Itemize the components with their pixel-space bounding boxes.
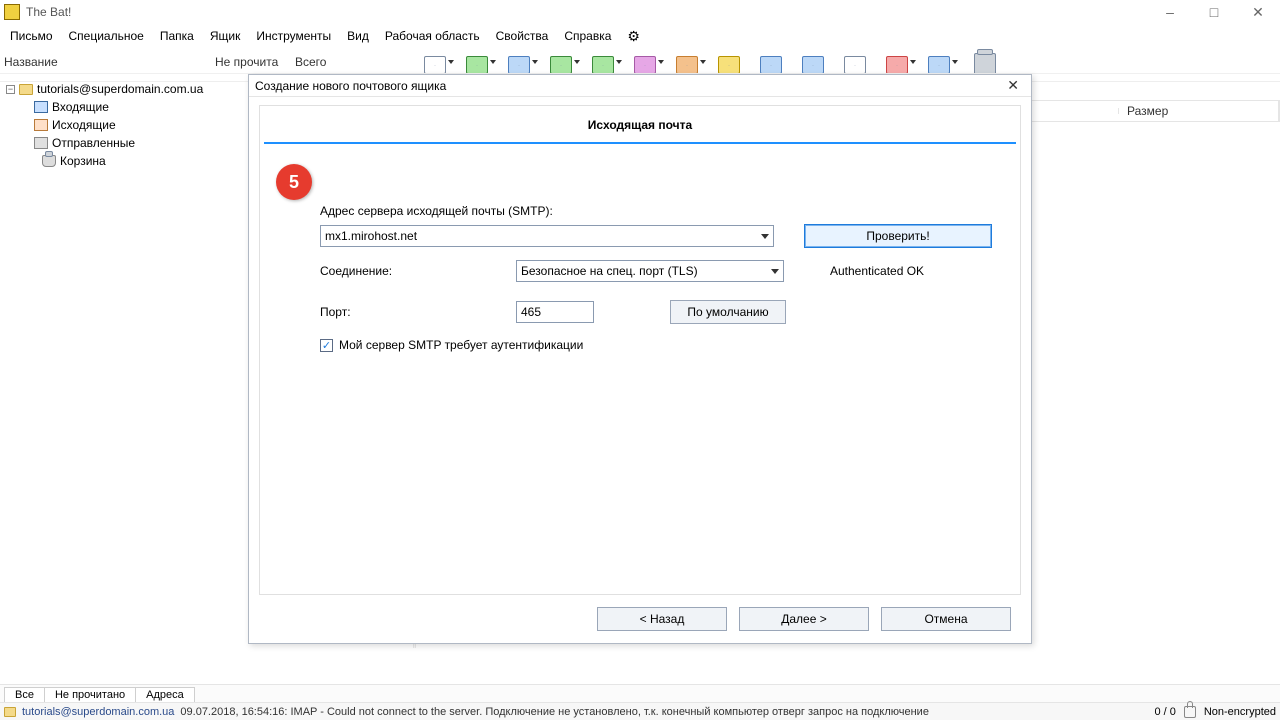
wizard-dialog: Создание нового почтового ящика ✕ Исходя…	[248, 74, 1032, 644]
nav-header-unread: Не прочита	[215, 55, 295, 69]
trash-folder-icon	[42, 155, 56, 167]
tab-addresses[interactable]: Адреса	[135, 687, 195, 702]
menu-item[interactable]: Письмо	[10, 29, 53, 43]
checkbox-icon: ✓	[320, 339, 333, 352]
app-icon	[4, 4, 20, 20]
connection-combo[interactable]: Безопасное на спец. порт (TLS)	[516, 260, 784, 282]
tree-outbox[interactable]: Исходящие	[34, 116, 245, 134]
column-size[interactable]: Размер	[1119, 101, 1279, 121]
folder-tree: − tutorials@superdomain.com.ua Входящие …	[0, 76, 245, 170]
menu-item[interactable]: Вид	[347, 29, 369, 43]
menu-item[interactable]: Рабочая область	[385, 29, 480, 43]
connection-label: Соединение:	[320, 264, 500, 278]
tree-collapse-icon[interactable]: −	[6, 85, 15, 94]
maximize-button[interactable]: □	[1192, 0, 1236, 24]
tab-all[interactable]: Все	[4, 687, 45, 702]
gear-icon[interactable]: ⚙	[627, 28, 640, 45]
default-port-button[interactable]: По умолчанию	[670, 300, 786, 324]
folder-label: Исходящие	[52, 118, 116, 132]
tree-sent[interactable]: Отправленные	[34, 134, 245, 152]
menu-item[interactable]: Инструменты	[256, 29, 331, 43]
account-label: tutorials@superdomain.com.ua	[37, 82, 203, 96]
folder-label: Отправленные	[52, 136, 135, 150]
outbox-icon	[34, 119, 48, 131]
menu-item[interactable]: Специальное	[69, 29, 144, 43]
next-button[interactable]: Далее >	[739, 607, 869, 631]
folder-icon	[19, 84, 33, 95]
app-title: The Bat!	[26, 5, 71, 19]
chevron-down-icon	[761, 234, 769, 239]
port-label: Порт:	[320, 305, 500, 319]
bottom-tabs: Все Не прочитано Адреса	[0, 684, 1280, 702]
tree-account[interactable]: − tutorials@superdomain.com.ua	[6, 80, 245, 98]
window-titlebar: The Bat! – □ ✕	[0, 0, 1280, 24]
auth-required-label: Мой сервер SMTP требует аутентификации	[339, 338, 583, 352]
dialog-close-button[interactable]: ✕	[1001, 77, 1025, 94]
status-message: 09.07.2018, 16:54:16: IMAP - Could not c…	[180, 706, 1148, 718]
inbox-icon	[34, 101, 48, 113]
tree-trash[interactable]: Корзина	[34, 152, 245, 170]
status-encryption: Non-encrypted	[1204, 706, 1276, 718]
connection-value: Безопасное на спец. порт (TLS)	[521, 264, 698, 278]
dialog-title: Создание нового почтового ящика	[255, 79, 446, 93]
folder-label: Корзина	[60, 154, 106, 168]
back-button[interactable]: < Назад	[597, 607, 727, 631]
check-button[interactable]: Проверить!	[804, 224, 992, 248]
lock-icon	[1184, 706, 1196, 718]
chevron-down-icon	[771, 269, 779, 274]
menu-item[interactable]: Свойства	[496, 29, 549, 43]
nav-header-name: Название	[0, 55, 215, 69]
statusbar: tutorials@superdomain.com.ua 09.07.2018,…	[0, 702, 1280, 720]
auth-status: Authenticated OK	[830, 264, 924, 278]
status-folder-icon	[4, 707, 16, 717]
close-button[interactable]: ✕	[1236, 0, 1280, 24]
smtp-server-combo[interactable]: mx1.mirohost.net	[320, 225, 774, 247]
menu-item[interactable]: Папка	[160, 29, 194, 43]
cancel-button[interactable]: Отмена	[881, 607, 1011, 631]
menu-item[interactable]: Справка	[564, 29, 611, 43]
status-counter: 0 / 0	[1154, 706, 1175, 718]
smtp-label: Адрес сервера исходящей почты (SMTP):	[320, 204, 992, 218]
sent-icon	[34, 137, 48, 149]
nav-header-total: Всего	[295, 55, 395, 69]
menubar: Письмо Специальное Папка Ящик Инструмент…	[0, 24, 1280, 48]
minimize-button[interactable]: –	[1148, 0, 1192, 24]
auth-required-checkbox[interactable]: ✓ Мой сервер SMTP требует аутентификации	[320, 338, 583, 352]
section-title: Исходящая почта	[260, 106, 1020, 142]
menu-item[interactable]: Ящик	[210, 29, 241, 43]
smtp-server-value: mx1.mirohost.net	[325, 229, 417, 243]
tab-unread[interactable]: Не прочитано	[44, 687, 136, 702]
folder-label: Входящие	[52, 100, 109, 114]
port-input[interactable]	[516, 301, 594, 323]
status-email: tutorials@superdomain.com.ua	[22, 706, 174, 718]
tree-inbox[interactable]: Входящие	[34, 98, 245, 116]
step-badge: 5	[276, 164, 312, 200]
